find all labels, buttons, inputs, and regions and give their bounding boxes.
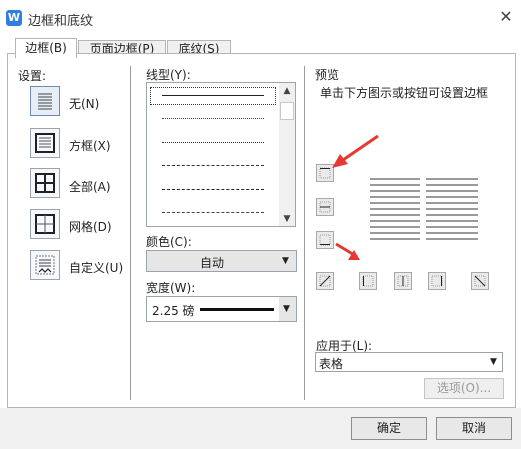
cancel-button[interactable]: 取消 [436,417,512,440]
line-style-heading: 线型(Y): [146,68,191,82]
border-bottom-icon [319,234,331,246]
line-style-dotted[interactable] [162,142,264,143]
wps-writer-icon: W [6,10,22,26]
divider [130,66,131,400]
dialog-title: 边框和底纹 [28,14,94,29]
scroll-thumb[interactable] [280,102,294,120]
setting-grid-button[interactable] [30,209,60,239]
preview-hint: 单击下方图示或按钮可设置边框 [320,86,489,100]
border-inside-vertical-icon [397,275,409,287]
line-style-dash-dot[interactable] [162,212,264,213]
border-left-icon [362,275,374,287]
border-none-icon [38,93,52,110]
diagonal-up-icon [319,275,331,287]
preview-heading: 预览 [315,68,340,82]
border-right-icon [431,275,443,287]
line-style-dotted-fine[interactable] [162,118,264,119]
divider [304,66,305,400]
width-line-sample [200,308,274,311]
color-value: 自动 [200,256,225,270]
border-inside-horizontal-icon [319,201,331,213]
setting-all-button[interactable] [30,168,60,198]
border-grid-icon [35,214,55,234]
setting-grid-label: 网格(D) [69,220,112,234]
setting-custom-label: 自定义(U) [69,261,124,275]
border-inside-horizontal-button[interactable] [316,198,334,216]
annotation-arrow-icon [332,134,379,168]
border-inside-vertical-button[interactable] [394,272,412,290]
preview-document[interactable] [368,176,482,246]
setting-none-button[interactable] [30,86,60,116]
options-button[interactable]: 选项(O)... [424,378,504,399]
chevron-down-icon: ▼ [282,256,289,266]
width-value: 2.25 磅 [152,304,195,318]
border-diagonal-down-button[interactable] [471,272,489,290]
border-left-button[interactable] [359,272,377,290]
border-right-button[interactable] [428,272,446,290]
diagonal-down-icon [474,275,486,287]
scroll-down-icon[interactable]: ▼ [279,212,295,226]
annotation-arrow-icon [335,242,360,260]
setting-custom-button[interactable] [30,250,60,280]
border-bottom-button[interactable] [316,231,334,249]
setting-none-label: 无(N) [69,97,100,111]
setting-all-label: 全部(A) [69,180,111,194]
line-style-solid[interactable] [162,95,264,96]
line-style-selected [150,87,276,105]
chevron-down-icon: ▼ [490,357,497,367]
border-custom-icon [35,255,55,275]
setting-box-button[interactable] [30,128,60,158]
scroll-up-icon[interactable]: ▲ [279,84,295,98]
color-label: 颜色(C): [146,235,192,249]
apply-to-value: 表格 [319,357,344,371]
line-style-dashed-short[interactable] [162,165,264,166]
chevron-down-icon: ▼ [283,304,290,314]
line-style-dashed[interactable] [162,189,264,190]
tab-borders[interactable]: 边框(B) [15,38,77,58]
width-label: 宽度(W): [146,281,196,295]
ok-button[interactable]: 确定 [351,417,427,440]
border-all-icon [35,173,55,193]
apply-to-dropdown[interactable] [315,352,503,372]
setting-box-label: 方框(X) [69,139,111,153]
border-diagonal-up-button[interactable] [316,272,334,290]
close-icon[interactable]: ✕ [497,8,515,26]
border-box-icon [35,133,55,153]
settings-heading: 设置: [18,69,47,83]
